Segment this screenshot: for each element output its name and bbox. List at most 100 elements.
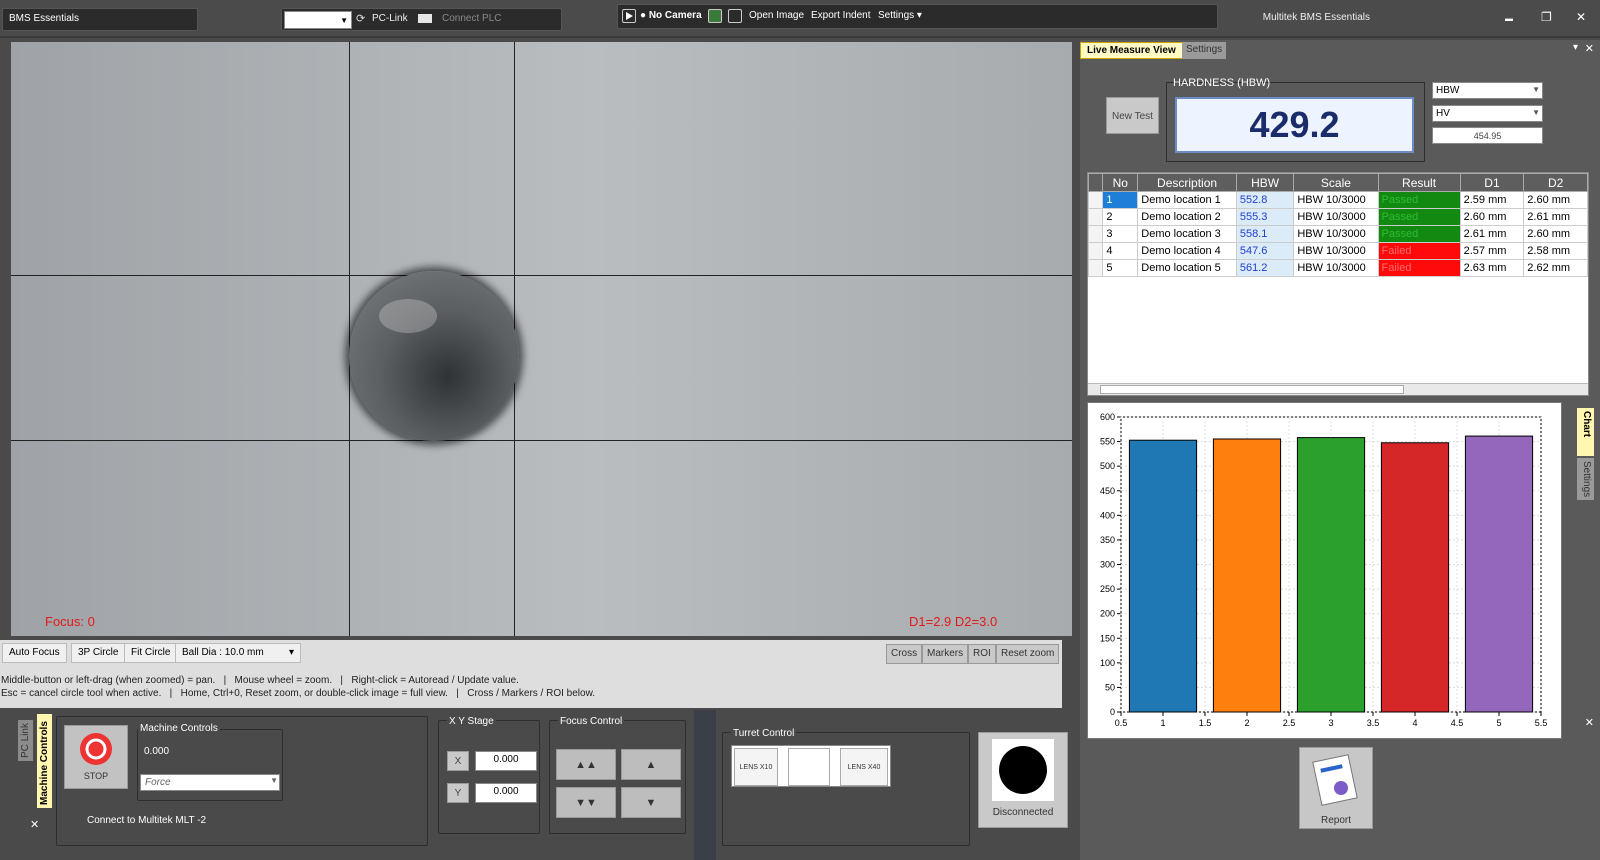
camera-settings-icon[interactable] xyxy=(728,9,742,23)
y-tick-label: 500 xyxy=(1100,461,1115,471)
app-name: BMS Essentials xyxy=(2,8,198,31)
lens-x10-button[interactable]: LENS X10 xyxy=(734,748,778,786)
diameter-readout: D1=2.9 D2=3.0 xyxy=(909,614,998,629)
pin-icon[interactable]: ▾ xyxy=(1573,42,1578,53)
3p-circle-button[interactable]: 3P Circle xyxy=(71,643,126,663)
table-cell: HBW 10/3000 xyxy=(1293,259,1379,277)
image-tools-strip: Auto Focus 3P Circle Fit Circle Ball Dia… xyxy=(0,640,1062,708)
markers-button[interactable]: Markers xyxy=(922,644,969,664)
column-header-no[interactable]: No xyxy=(1102,173,1139,192)
connection-status-tile[interactable]: Disconnected xyxy=(978,732,1068,828)
row-selector[interactable] xyxy=(1087,191,1104,209)
y-position-field[interactable]: 0.000 xyxy=(475,783,537,803)
maximize-button[interactable]: ❐ xyxy=(1541,10,1552,24)
minimize-button[interactable]: ▬ xyxy=(1505,14,1513,23)
x-axis-button[interactable]: X xyxy=(447,751,469,771)
image-icon[interactable] xyxy=(708,9,722,23)
table-row[interactable]: 2 Demo location 2 555.3 HBW 10/3000 Passed 2.… xyxy=(1087,208,1588,226)
x-tick-label: 0.5 xyxy=(1115,718,1128,728)
open-image-button[interactable]: Open Image xyxy=(749,10,804,21)
column-header-result[interactable]: Result xyxy=(1377,173,1461,192)
report-button[interactable]: Report xyxy=(1299,747,1373,829)
new-test-button[interactable]: New Test xyxy=(1106,97,1159,134)
camera-view[interactable]: Focus: 0 D1=2.9 D2=3.0 xyxy=(11,42,1072,636)
force-select[interactable]: Force ▼ xyxy=(140,774,280,791)
row-selector[interactable] xyxy=(1087,242,1104,260)
tab-pclink[interactable]: PC Link xyxy=(18,720,33,762)
focus-up-fast-button[interactable]: ▲▲ xyxy=(556,749,616,780)
x-tick-label: 2.5 xyxy=(1283,718,1296,728)
y-tick-label: 350 xyxy=(1100,535,1115,545)
table-cell: 2 xyxy=(1102,208,1139,226)
cross-button[interactable]: Cross xyxy=(886,644,923,664)
column-header-d2[interactable]: D2 xyxy=(1523,173,1588,192)
chevron-down-icon: ▼ xyxy=(1532,85,1540,94)
close-panel-icon[interactable]: ✕ xyxy=(30,818,39,831)
tab-live-measure-view[interactable]: Live Measure View xyxy=(1080,42,1183,59)
auto-focus-button[interactable]: Auto Focus xyxy=(2,643,67,663)
table-cell: Demo location 2 xyxy=(1137,208,1237,226)
pclink-label: PC-Link xyxy=(372,13,408,24)
row-selector[interactable] xyxy=(1087,208,1104,226)
indent-highlight xyxy=(379,299,437,333)
row-selector[interactable] xyxy=(1087,225,1104,243)
lens-x40-button[interactable]: LENS X40 xyxy=(840,748,888,786)
x-tick-label: 4 xyxy=(1412,718,1417,728)
plc-status-indicator xyxy=(418,14,432,23)
connect-plc-button[interactable]: Connect PLC xyxy=(442,13,501,24)
horizontal-scrollbar[interactable] xyxy=(1088,383,1588,395)
chart-bar xyxy=(1380,442,1450,713)
table-row[interactable]: 5 Demo location 5 561.2 HBW 10/3000 Failed 2.… xyxy=(1087,259,1588,277)
table-cell: 2.61 mm xyxy=(1459,225,1525,243)
refresh-icon[interactable]: ⟳ xyxy=(356,12,365,25)
table-row[interactable]: 3 Demo location 3 558.1 HBW 10/3000 Passed 2.… xyxy=(1087,225,1588,243)
x-tick-label: 3.5 xyxy=(1367,718,1380,728)
x-position-field[interactable]: 0.000 xyxy=(475,751,537,771)
column-header-description[interactable]: Description xyxy=(1137,173,1237,192)
y-tick-label: 400 xyxy=(1100,510,1115,520)
play-icon[interactable] xyxy=(622,9,636,23)
settings-menu[interactable]: Settings ▾ xyxy=(878,10,922,21)
tab-machine-controls[interactable]: Machine Controls xyxy=(37,714,52,808)
table-header: No Description HBW Scale Result D1 D2 xyxy=(1087,173,1588,192)
grid-line xyxy=(11,275,1072,276)
scale-select-secondary[interactable]: HV ▼ xyxy=(1432,105,1543,122)
chart-bar xyxy=(1296,437,1366,713)
roi-button[interactable]: ROI xyxy=(968,644,996,664)
focus-up-button[interactable]: ▲ xyxy=(621,749,681,780)
stop-button[interactable]: STOP xyxy=(64,725,128,789)
table-cell: HBW 10/3000 xyxy=(1293,242,1379,260)
ball-dia-select[interactable]: Ball Dia : 10.0 mm ▾ xyxy=(175,643,301,663)
table-row[interactable]: 4 Demo location 4 547.6 HBW 10/3000 Failed 2.… xyxy=(1087,242,1588,260)
focus-readout: Focus: 0 xyxy=(45,614,95,629)
turret-empty-slot[interactable] xyxy=(788,748,830,786)
scrollbar-thumb[interactable] xyxy=(1100,385,1404,394)
tab-settings[interactable]: Settings xyxy=(1182,42,1227,59)
tab-chart-settings[interactable]: Settings xyxy=(1577,458,1594,500)
scale-select-primary[interactable]: HBW ▼ xyxy=(1432,82,1543,99)
focus-down-button[interactable]: ▼ xyxy=(621,787,681,818)
column-header-hbw[interactable]: HBW xyxy=(1235,173,1295,192)
column-header-d1[interactable]: D1 xyxy=(1459,173,1525,192)
y-tick-label: 50 xyxy=(1105,682,1115,692)
close-button[interactable]: ✕ xyxy=(1576,10,1586,24)
row-selector[interactable] xyxy=(1087,259,1104,277)
panel-splitter[interactable] xyxy=(694,710,716,860)
fit-circle-button[interactable]: Fit Circle xyxy=(124,643,178,663)
plc-port-select[interactable]: ▼ xyxy=(284,11,352,29)
turret-control-label: Turret Control xyxy=(731,728,797,739)
reset-zoom-button[interactable]: Reset zoom xyxy=(996,644,1060,664)
tab-chart[interactable]: Chart xyxy=(1577,408,1594,456)
column-header-scale[interactable]: Scale xyxy=(1293,173,1379,192)
y-axis-button[interactable]: Y xyxy=(447,783,469,803)
close-icon[interactable]: ✕ xyxy=(1585,716,1594,729)
close-icon[interactable]: ✕ xyxy=(1585,42,1594,55)
y-tick-label: 300 xyxy=(1100,560,1115,570)
export-indent-button[interactable]: Export Indent xyxy=(811,10,870,21)
focus-down-fast-button[interactable]: ▼▼ xyxy=(556,787,616,818)
connect-status-text: Connect to Multitek MLT -2 xyxy=(87,815,207,826)
hardness-group: HARDNESS (HBW) 429.2 xyxy=(1166,77,1425,162)
table-row[interactable]: 1 Demo location 1 552.8 HBW 10/3000 Passed 2.… xyxy=(1087,191,1588,209)
chart-bar xyxy=(1212,438,1282,713)
focus-control-label: Focus Control xyxy=(558,716,625,727)
